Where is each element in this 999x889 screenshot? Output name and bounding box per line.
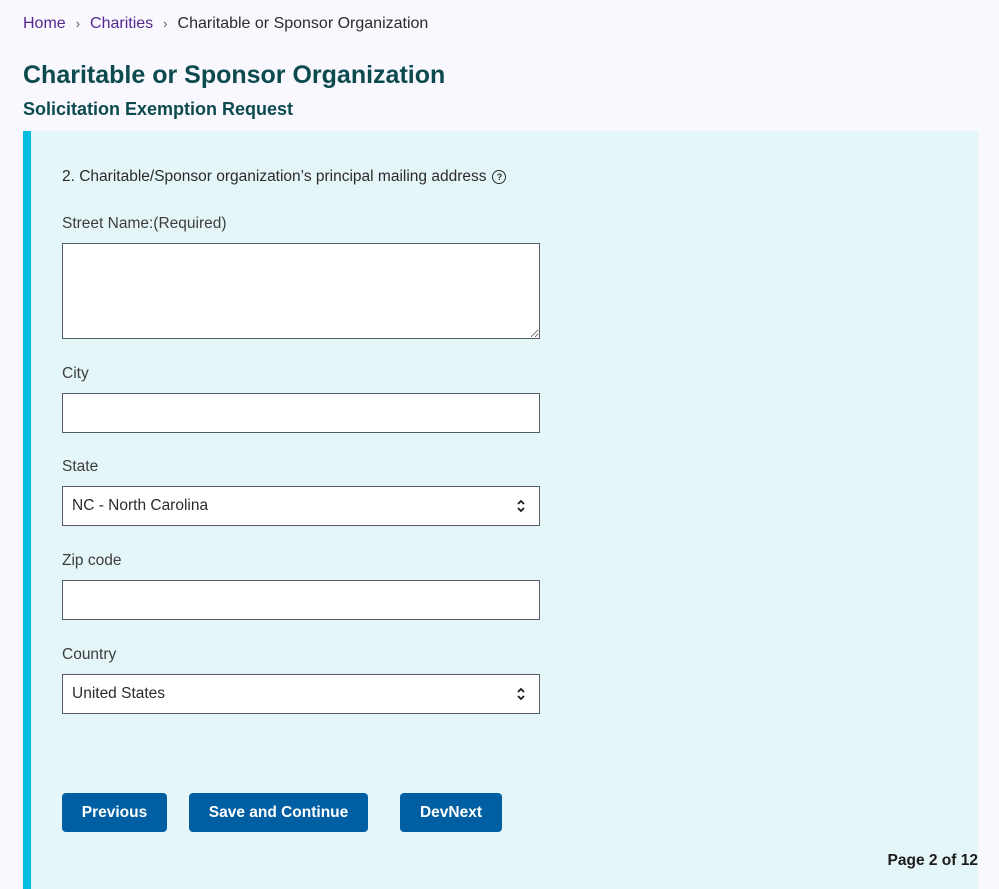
country-selected-value: United States <box>72 685 166 702</box>
previous-button[interactable]: Previous <box>62 793 167 832</box>
dev-next-button[interactable]: DevNext <box>400 793 502 832</box>
question-label: 2. Charitable/Sponsor organization’s pri… <box>62 168 507 186</box>
breadcrumb-charities-link[interactable]: Charities <box>90 14 153 34</box>
page-subtitle: Solicitation Exemption Request <box>23 99 294 119</box>
country-label: Country <box>62 646 117 663</box>
country-select[interactable]: United States <box>62 674 540 714</box>
chevron-up-down-icon <box>517 499 525 513</box>
page-indicator: Page 2 of 12 <box>887 852 978 869</box>
city-label: City <box>62 365 89 382</box>
breadcrumb-home-link[interactable]: Home <box>23 14 66 34</box>
question-circle-icon[interactable]: ? <box>492 170 507 184</box>
form-panel: 2. Charitable/Sponsor organization’s pri… <box>23 131 978 889</box>
chevron-right-icon: › <box>75 16 81 31</box>
street-name-label: Street Name:(Required) <box>62 215 227 232</box>
chevron-up-down-icon <box>517 687 525 701</box>
state-label: State <box>62 458 99 475</box>
zip-code-input[interactable] <box>62 580 540 620</box>
breadcrumb: Home › Charities › Charitable or Sponsor… <box>23 14 428 34</box>
state-selected-value: NC - North Carolina <box>72 497 209 514</box>
question-text: 2. Charitable/Sponsor organization’s pri… <box>62 168 487 185</box>
save-and-continue-button[interactable]: Save and Continue <box>189 793 368 832</box>
street-name-input[interactable] <box>62 243 540 339</box>
chevron-right-icon: › <box>163 16 168 31</box>
breadcrumb-current: Charitable or Sponsor Organization <box>177 15 429 32</box>
zip-code-label: Zip code <box>62 552 122 569</box>
page-title: Charitable or Sponsor Organization <box>23 61 446 89</box>
city-input[interactable] <box>62 393 540 433</box>
state-select[interactable]: NC - North Carolina <box>62 486 540 526</box>
